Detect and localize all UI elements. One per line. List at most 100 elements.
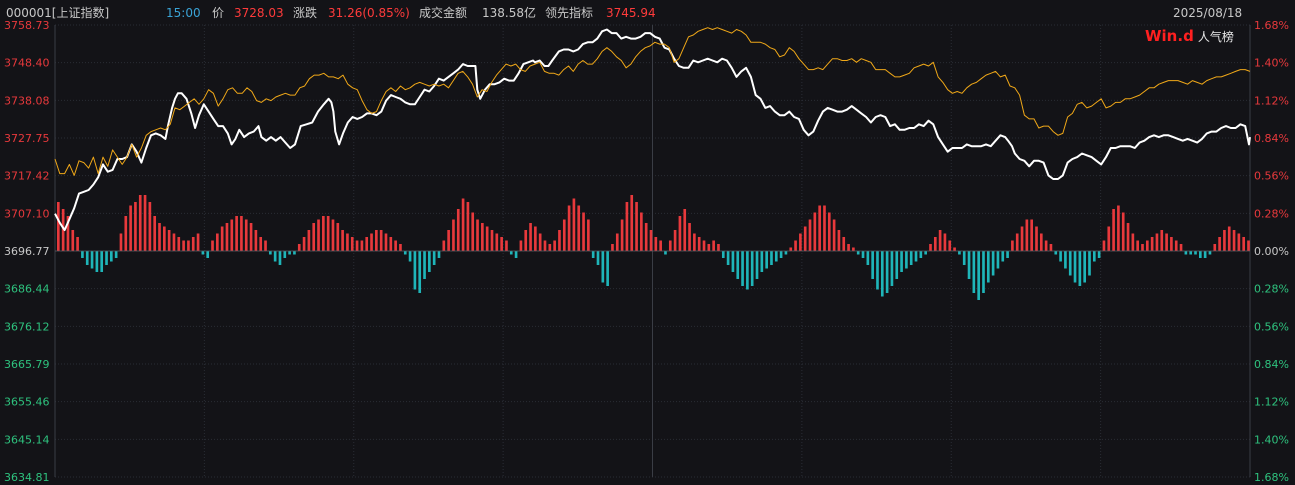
up-bar [649,230,653,251]
y-tick-left: 3727.75 [4,132,50,145]
up-bar [297,244,301,251]
down-bar [909,251,913,265]
down-bar [755,251,759,279]
down-bar [890,251,894,286]
up-bar [582,212,585,251]
up-bar [548,244,552,251]
up-bar [134,202,137,251]
up-bar [244,219,248,251]
up-bar [191,237,195,251]
up-bar [124,216,128,251]
y-tick-right: 1.40% [1254,433,1289,446]
down-bar [1097,251,1101,258]
down-bar [1073,251,1077,283]
down-bar [1194,251,1197,255]
down-bar [774,251,778,262]
up-bar [1242,237,1246,251]
up-bar [235,216,238,251]
up-bar [331,219,335,251]
up-bar [57,202,60,251]
up-bar [317,219,320,251]
up-bar [153,216,157,251]
down-bar [81,251,84,258]
wind-popularity-badge[interactable]: Win.d 人气榜 [1145,27,1234,45]
y-tick-left: 3748.40 [4,57,50,70]
up-bar [1227,226,1231,251]
up-bar [519,240,523,251]
up-bar [254,230,258,251]
up-bar [620,219,624,251]
y-tick-left: 3686.44 [4,283,50,296]
down-bar [1064,251,1067,269]
down-bar [591,251,595,258]
down-bar [1078,251,1082,286]
down-bar [919,251,923,258]
up-bar [196,233,200,251]
up-bar [553,240,556,251]
down-bar [991,251,995,276]
down-bar [293,251,296,255]
up-bar [1039,233,1043,251]
up-bar [1213,244,1217,251]
up-bar [1030,219,1033,251]
up-bar [668,240,672,251]
down-bar [721,251,725,258]
up-bar [659,240,662,251]
down-bar [110,251,113,262]
up-bar [1145,240,1149,251]
intraday-chart: 3758.73 1.68% 3748.40 1.40% 3738.08 1.12% 3727… [4,19,1289,484]
up-bar [1020,226,1024,251]
y-tick-left: 3676.12 [4,320,50,333]
up-bar [1218,237,1221,251]
y-tick-right: 1.68% [1254,471,1289,484]
down-bar [876,251,879,290]
down-bar [731,251,735,272]
up-bar [789,247,793,251]
up-bar [943,233,947,251]
up-bar [640,212,643,251]
up-bar [259,237,263,251]
down-bar [1199,251,1202,258]
y-tick-left: 3634.81 [4,471,50,484]
down-bar [905,251,908,269]
down-bar [408,251,412,262]
up-bar [803,226,807,251]
down-bar [977,251,980,300]
up-bar [336,223,340,251]
down-bar [428,251,431,272]
y-tick-right: 0.84% [1254,132,1289,145]
down-bar [856,251,860,255]
up-bar [158,223,161,251]
up-bar [1223,230,1226,251]
up-bar [1112,209,1115,251]
up-bar [524,230,528,251]
up-bar [929,244,932,251]
down-bar [1083,251,1086,283]
up-bar [302,237,306,251]
down-bar [1088,251,1091,276]
down-bar [278,251,282,265]
y-tick-right: 0.28% [1254,207,1289,220]
down-bar [741,251,744,286]
up-bar [852,247,855,251]
up-bar [505,240,508,251]
up-bar [341,230,344,251]
up-bar [938,230,942,251]
down-bar [288,251,291,255]
up-bar [375,230,378,251]
y-tick-right: 1.12% [1254,94,1289,107]
y-tick-right: 0.56% [1254,170,1289,183]
down-bar [606,251,609,286]
up-bar [615,233,619,251]
up-bar [1160,230,1164,251]
up-bar [847,244,850,251]
down-bar [924,251,927,255]
y-tick-right: 1.68% [1254,19,1289,32]
up-bar [1174,240,1178,251]
down-bar [962,251,966,265]
up-bar [1155,233,1159,251]
down-bar [201,251,205,255]
down-bar [760,251,764,272]
up-bar [1131,233,1135,251]
up-bar [1035,226,1038,251]
